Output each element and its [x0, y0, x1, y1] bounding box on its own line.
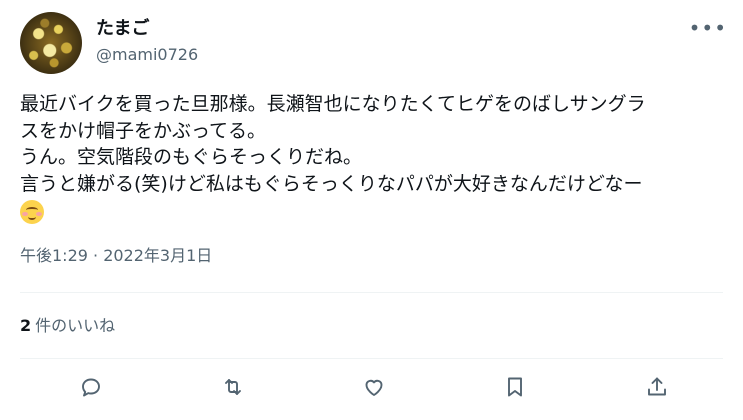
display-name[interactable]: たまご — [96, 17, 149, 41]
tweet-text-line: 最近バイクを買った旦那様。長瀬智也になりたくてヒゲをのばしサングラ — [20, 93, 646, 115]
retweet-icon — [225, 379, 241, 395]
likes-summary[interactable]: 2 件のいいね — [20, 315, 115, 337]
likes-label: 件のいいね — [35, 316, 116, 335]
blushing-smile-emoji-icon — [20, 200, 44, 224]
tweet-text: 最近バイクを買った旦那様。長瀬智也になりたくてヒゲをのばしサングラ スをかけ帽子… — [20, 91, 735, 228]
handle[interactable]: @mami0726 — [96, 45, 198, 65]
share-icon — [648, 377, 666, 396]
more-options-icon[interactable]: ••• — [689, 18, 727, 38]
bookmark-button[interactable] — [500, 372, 530, 402]
share-button[interactable] — [642, 372, 672, 402]
reply-button[interactable] — [76, 372, 106, 402]
avatar[interactable] — [20, 12, 82, 74]
tweet-text-line: 言うと嫌がる(笑)けど私はもぐらそっくりなパパが大好きなんだけどなー — [20, 172, 643, 195]
bookmark-icon — [508, 377, 522, 397]
likes-count: 2 — [20, 316, 32, 335]
tweet-text-line: うん。空気階段のもぐらそっくりだね。 — [20, 146, 363, 168]
divider — [20, 292, 723, 293]
like-icon — [365, 379, 383, 396]
like-button[interactable] — [359, 372, 389, 402]
timestamp[interactable]: 午後1:29 · 2022年3月1日 — [20, 245, 212, 267]
divider — [20, 358, 723, 359]
tweet-text-line: スをかけ帽子をかぶってる。 — [20, 119, 267, 142]
reply-icon — [82, 378, 100, 397]
retweet-button[interactable] — [218, 372, 248, 402]
